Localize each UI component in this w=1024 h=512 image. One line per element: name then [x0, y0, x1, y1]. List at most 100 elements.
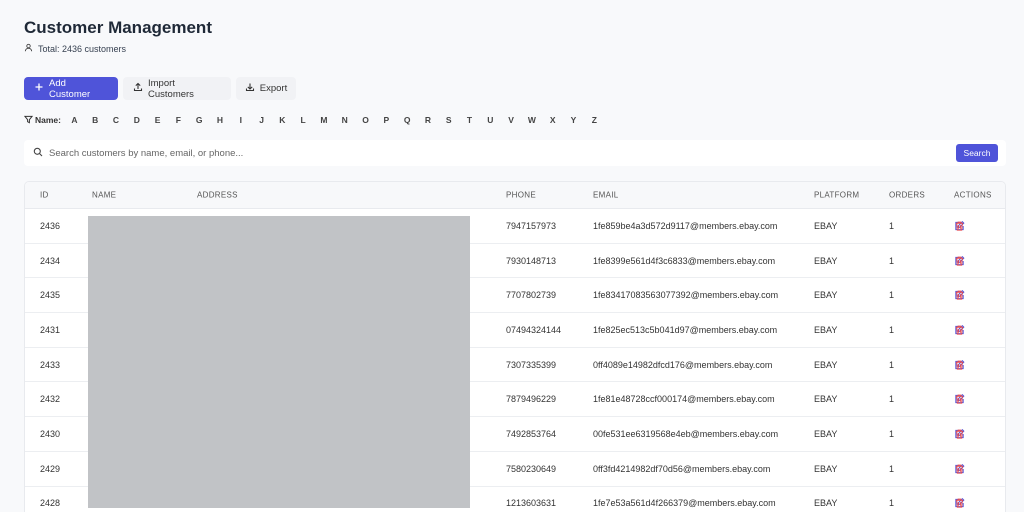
page-title: Customer Management [24, 18, 212, 37]
import-customers-label: Import Customers [148, 77, 194, 100]
col-header-name[interactable]: NAME [92, 191, 116, 200]
filter-letter-s[interactable]: S [438, 115, 459, 125]
trash-icon[interactable] [954, 290, 965, 301]
trash-icon[interactable] [954, 359, 965, 370]
trash-icon[interactable] [954, 428, 965, 439]
filter-letter-e[interactable]: E [147, 115, 168, 125]
filter-letter-u[interactable]: U [480, 115, 501, 125]
filter-letter-r[interactable]: R [418, 115, 439, 125]
cell-phone: 7947157973 [506, 220, 557, 231]
cell-orders: 1 [889, 498, 895, 509]
filter-letter-q[interactable]: Q [397, 115, 418, 125]
col-header-phone[interactable]: PHONE [506, 191, 536, 200]
cell-platform: EBAY [814, 324, 838, 335]
filter-letter-n[interactable]: N [334, 115, 355, 125]
customer-count: Total: 2436 customers [24, 43, 126, 54]
trash-icon[interactable] [954, 220, 965, 231]
cell-platform: EBAY [814, 463, 838, 474]
filter-letter-d[interactable]: D [126, 115, 147, 125]
filter-letter-x[interactable]: X [542, 115, 563, 125]
cell-email: 1fe825ec513c5b041d97@members.ebay.com [593, 324, 778, 335]
user-icon [24, 43, 33, 54]
table-row[interactable]: 2428 1213603631 1fe7e53a561d4f266379@membe… [25, 487, 1005, 512]
cell-phone: 7307335399 [506, 359, 557, 370]
cell-platform: EBAY [814, 394, 838, 405]
filter-letter-i[interactable]: I [230, 115, 251, 125]
filter-letter-b[interactable]: B [85, 115, 106, 125]
export-button[interactable]: Export [236, 77, 296, 100]
alphabet-filter: Name: ABCDEFGHIJKLMNOPQRSTUVWXYZ [23, 113, 605, 127]
filter-letter-o[interactable]: O [355, 115, 376, 125]
table-row[interactable]: 2430 7492853764 00fe531ee6319568e4eb@membe… [25, 417, 1005, 452]
cell-id: 2435 [40, 290, 61, 301]
table-row[interactable]: 2431 07494324144 1fe825ec513c5b041d97@memb… [25, 313, 1005, 348]
filter-letter-c[interactable]: C [106, 115, 127, 125]
trash-icon[interactable] [954, 324, 965, 335]
cell-orders: 1 [889, 324, 895, 335]
filter-letter-j[interactable]: J [251, 115, 272, 125]
cell-phone: 7580230649 [506, 463, 557, 474]
cell-orders: 1 [889, 463, 895, 474]
add-customer-label: Add Customer [49, 77, 91, 100]
cell-email: 0ff3fd4214982df70d56@members.ebay.com [593, 463, 771, 474]
filter-letter-p[interactable]: P [376, 115, 397, 125]
table-row[interactable]: 2432 7879496229 1fe81e48728ccf000174@membe… [25, 382, 1005, 418]
cell-platform: EBAY [814, 359, 838, 370]
table-header: ID NAME ADDRESS PHONE EMAIL PLATFORM ORD… [25, 182, 1005, 209]
cell-id: 2428 [40, 498, 61, 509]
cell-email: 1fe7e53a561d4f266379@members.ebay.com [593, 498, 776, 509]
col-header-address[interactable]: ADDRESS [197, 191, 238, 200]
filter-letter-f[interactable]: F [168, 115, 189, 125]
filter-letter-v[interactable]: V [501, 115, 522, 125]
col-header-id[interactable]: ID [40, 191, 49, 200]
filter-letter-l[interactable]: L [293, 115, 314, 125]
filter-letter-m[interactable]: M [314, 115, 335, 125]
table-row[interactable]: 2434 7930148713 1fe8399e561d4f3c6833@membe… [25, 244, 1005, 279]
filter-label: Name: [23, 115, 61, 126]
trash-icon[interactable] [954, 394, 965, 405]
export-label: Export [259, 83, 288, 94]
table-row[interactable]: 2429 7580230649 0ff3fd4214982df70d56@membe… [25, 452, 1005, 487]
table-row[interactable]: 2433 7307335399 0ff4089e14982dfcd176@membe… [25, 348, 1005, 383]
cell-orders: 1 [889, 359, 895, 370]
table-body: 2436 7947157973 1fe859be4a3d572d9117@membe… [25, 209, 1005, 512]
filter-letter-k[interactable]: K [272, 115, 293, 125]
cell-platform: EBAY [814, 290, 838, 301]
filter-letter-h[interactable]: H [210, 115, 231, 125]
cell-phone: 7707802739 [506, 290, 557, 301]
cell-platform: EBAY [814, 255, 838, 266]
download-icon [245, 82, 255, 95]
cell-email: 00fe531ee6319568e4eb@members.ebay.com [593, 428, 779, 439]
trash-icon[interactable] [954, 498, 965, 509]
filter-letter-w[interactable]: W [522, 115, 543, 125]
cell-email: 1fe859be4a3d572d9117@members.ebay.com [593, 220, 778, 231]
import-customers-button[interactable]: Import Customers [123, 77, 231, 100]
filter-letter-y[interactable]: Y [563, 115, 584, 125]
cell-platform: EBAY [814, 498, 838, 509]
cell-id: 2431 [40, 324, 61, 335]
filter-letter-a[interactable]: A [64, 115, 85, 125]
upload-icon [133, 82, 143, 95]
cell-id: 2434 [40, 255, 61, 266]
filter-letter-z[interactable]: Z [584, 115, 605, 125]
table-row[interactable]: 2435 7707802739 1fe83417083563077392@membe… [25, 278, 1005, 314]
cell-id: 2433 [40, 359, 61, 370]
col-header-platform[interactable]: PLATFORM [814, 191, 859, 200]
letter-list: ABCDEFGHIJKLMNOPQRSTUVWXYZ [64, 115, 605, 125]
trash-icon[interactable] [954, 463, 965, 474]
col-header-email[interactable]: EMAIL [593, 191, 619, 200]
search-button[interactable]: Search [956, 144, 998, 162]
search-input[interactable] [49, 147, 929, 159]
table-row[interactable]: 2436 7947157973 1fe859be4a3d572d9117@membe… [25, 209, 1005, 244]
add-customer-button[interactable]: Add Customer [24, 77, 118, 100]
col-header-orders[interactable]: ORDERS [889, 191, 925, 200]
cell-email: 1fe8399e561d4f3c6833@members.ebay.com [593, 255, 776, 266]
cell-email: 0ff4089e14982dfcd176@members.ebay.com [593, 359, 773, 370]
filter-letter-g[interactable]: G [189, 115, 210, 125]
plus-icon [34, 82, 44, 95]
trash-icon[interactable] [954, 255, 965, 266]
filter-letter-t[interactable]: T [459, 115, 480, 125]
cell-phone: 7879496229 [506, 394, 557, 405]
filter-icon [23, 115, 34, 126]
cell-orders: 1 [889, 220, 895, 231]
